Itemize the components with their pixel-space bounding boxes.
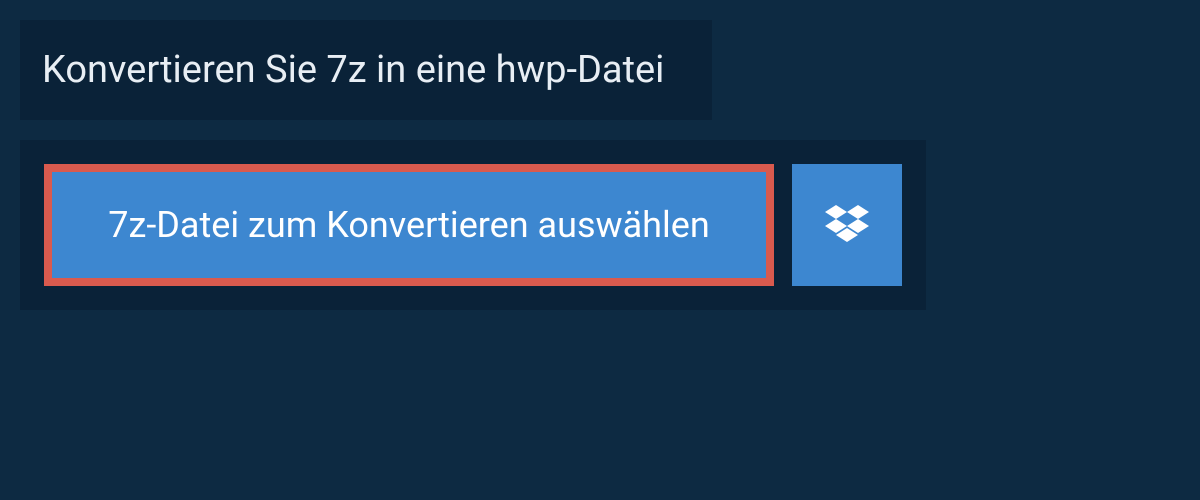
main-container: Konvertieren Sie 7z in eine hwp-Datei 7z… — [0, 0, 1200, 330]
dropbox-icon — [825, 205, 869, 245]
title-bar: Konvertieren Sie 7z in eine hwp-Datei — [20, 20, 712, 120]
button-panel: 7z-Datei zum Konvertieren auswählen — [20, 140, 926, 310]
dropbox-button[interactable] — [792, 164, 902, 286]
page-title: Konvertieren Sie 7z in eine hwp-Datei — [42, 48, 664, 92]
select-file-label: 7z-Datei zum Konvertieren auswählen — [108, 204, 710, 246]
select-file-button[interactable]: 7z-Datei zum Konvertieren auswählen — [44, 164, 774, 286]
